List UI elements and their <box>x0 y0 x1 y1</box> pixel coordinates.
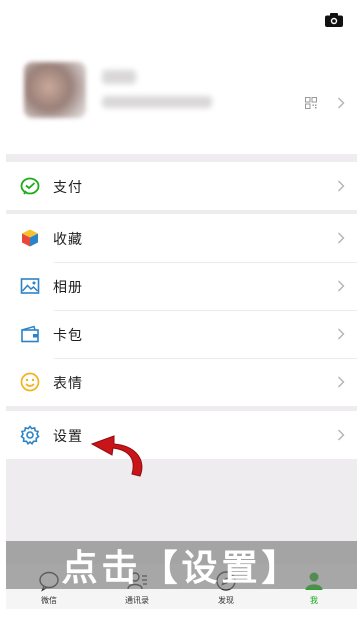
tab-label: 通讯录 <box>125 596 149 605</box>
pay-group: 支付 <box>6 162 357 210</box>
smiley-icon <box>20 372 40 392</box>
instruction-banner: 点击【设置】 <box>6 541 357 589</box>
chevron-right-icon <box>338 376 345 388</box>
tab-label: 我 <box>310 596 318 605</box>
menu-item-collections[interactable]: 收藏 <box>6 214 357 262</box>
chevron-right-icon <box>338 97 345 109</box>
gear-icon <box>20 425 40 446</box>
chevron-right-icon <box>338 328 345 340</box>
photo-album-icon <box>20 278 40 294</box>
menu-item-pay[interactable]: 支付 <box>6 162 357 210</box>
menu-item-cards[interactable]: 卡包 <box>6 310 357 358</box>
instruction-text: 点击【设置】 <box>61 548 302 589</box>
menu-item-label: 设置 <box>53 429 83 445</box>
blurred-wechat-id <box>102 96 212 108</box>
pointer-arrow-icon <box>90 435 143 477</box>
menu-item-label: 收藏 <box>53 232 83 248</box>
tab-label: 微信 <box>41 596 57 605</box>
chevron-right-icon <box>338 280 345 292</box>
menu-item-label: 表情 <box>53 376 83 392</box>
chevron-right-icon <box>338 232 345 244</box>
settings-group: 设置 <box>6 411 357 459</box>
features-group: 收藏 相册 卡包 表情 <box>6 214 357 406</box>
menu-item-settings[interactable]: 设置 <box>6 411 357 459</box>
avatar[interactable] <box>24 62 86 118</box>
menu-item-label: 支付 <box>53 180 83 196</box>
wechat-pay-icon <box>20 177 40 195</box>
camera-icon[interactable] <box>325 13 343 27</box>
tab-label: 发现 <box>218 596 234 605</box>
favorites-cube-icon <box>22 229 38 247</box>
card-wallet-icon <box>21 325 39 343</box>
qr-code-icon[interactable] <box>305 97 317 109</box>
blurred-nickname <box>102 70 136 84</box>
menu-item-album[interactable]: 相册 <box>6 262 357 310</box>
menu-item-stickers[interactable]: 表情 <box>6 358 357 406</box>
menu-item-label: 卡包 <box>53 328 83 344</box>
profile-header[interactable] <box>6 4 357 154</box>
chevron-right-icon <box>338 429 345 441</box>
chevron-right-icon <box>338 180 345 192</box>
me-page: 支付 收藏 相册 卡包 表情 设置 微信 通讯录 发现 我 点击【设置】 <box>6 4 357 609</box>
menu-item-label: 相册 <box>53 280 83 296</box>
